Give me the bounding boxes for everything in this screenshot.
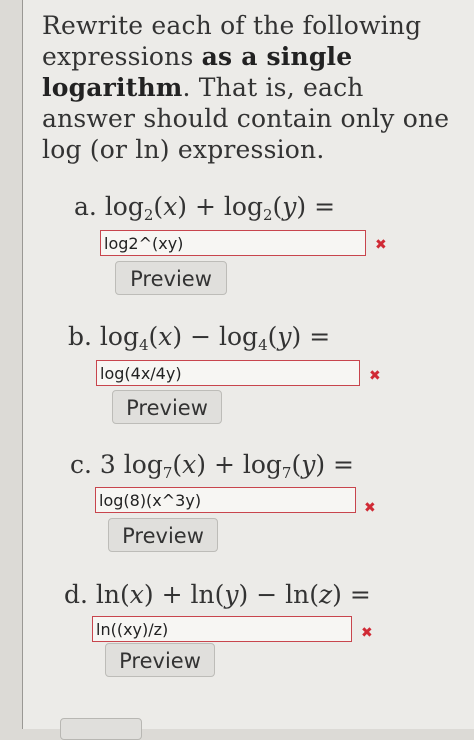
- x-mark-icon: ✖: [369, 368, 381, 384]
- next-section-button[interactable]: [60, 718, 142, 740]
- answer-input-d[interactable]: ln((xy)/z): [92, 616, 352, 642]
- x-mark-icon: ✖: [375, 237, 387, 253]
- problem-d-expression: d. ln(x) + ln(y) − ln(z) =: [64, 580, 371, 609]
- x-mark-icon: ✖: [361, 625, 373, 641]
- problem-c-expression: c. 3 log7(x) + log7(y) =: [70, 450, 355, 482]
- preview-button-c[interactable]: Preview: [108, 518, 218, 552]
- answer-input-b[interactable]: log(4x/4y): [96, 360, 360, 386]
- instructions: Rewrite each of the following expression…: [42, 10, 452, 165]
- answer-input-c[interactable]: log(8)(x^3y): [95, 487, 356, 513]
- preview-button-b[interactable]: Preview: [112, 390, 222, 424]
- x-mark-icon: ✖: [364, 500, 376, 516]
- answer-input-a[interactable]: log2^(xy): [100, 230, 366, 256]
- problem-a-expression: a. log2(x) + log2(y) =: [74, 192, 336, 224]
- preview-button-d[interactable]: Preview: [105, 643, 215, 677]
- problem-b-expression: b. log4(x) − log4(y) =: [68, 322, 331, 354]
- preview-button-a[interactable]: Preview: [115, 261, 227, 295]
